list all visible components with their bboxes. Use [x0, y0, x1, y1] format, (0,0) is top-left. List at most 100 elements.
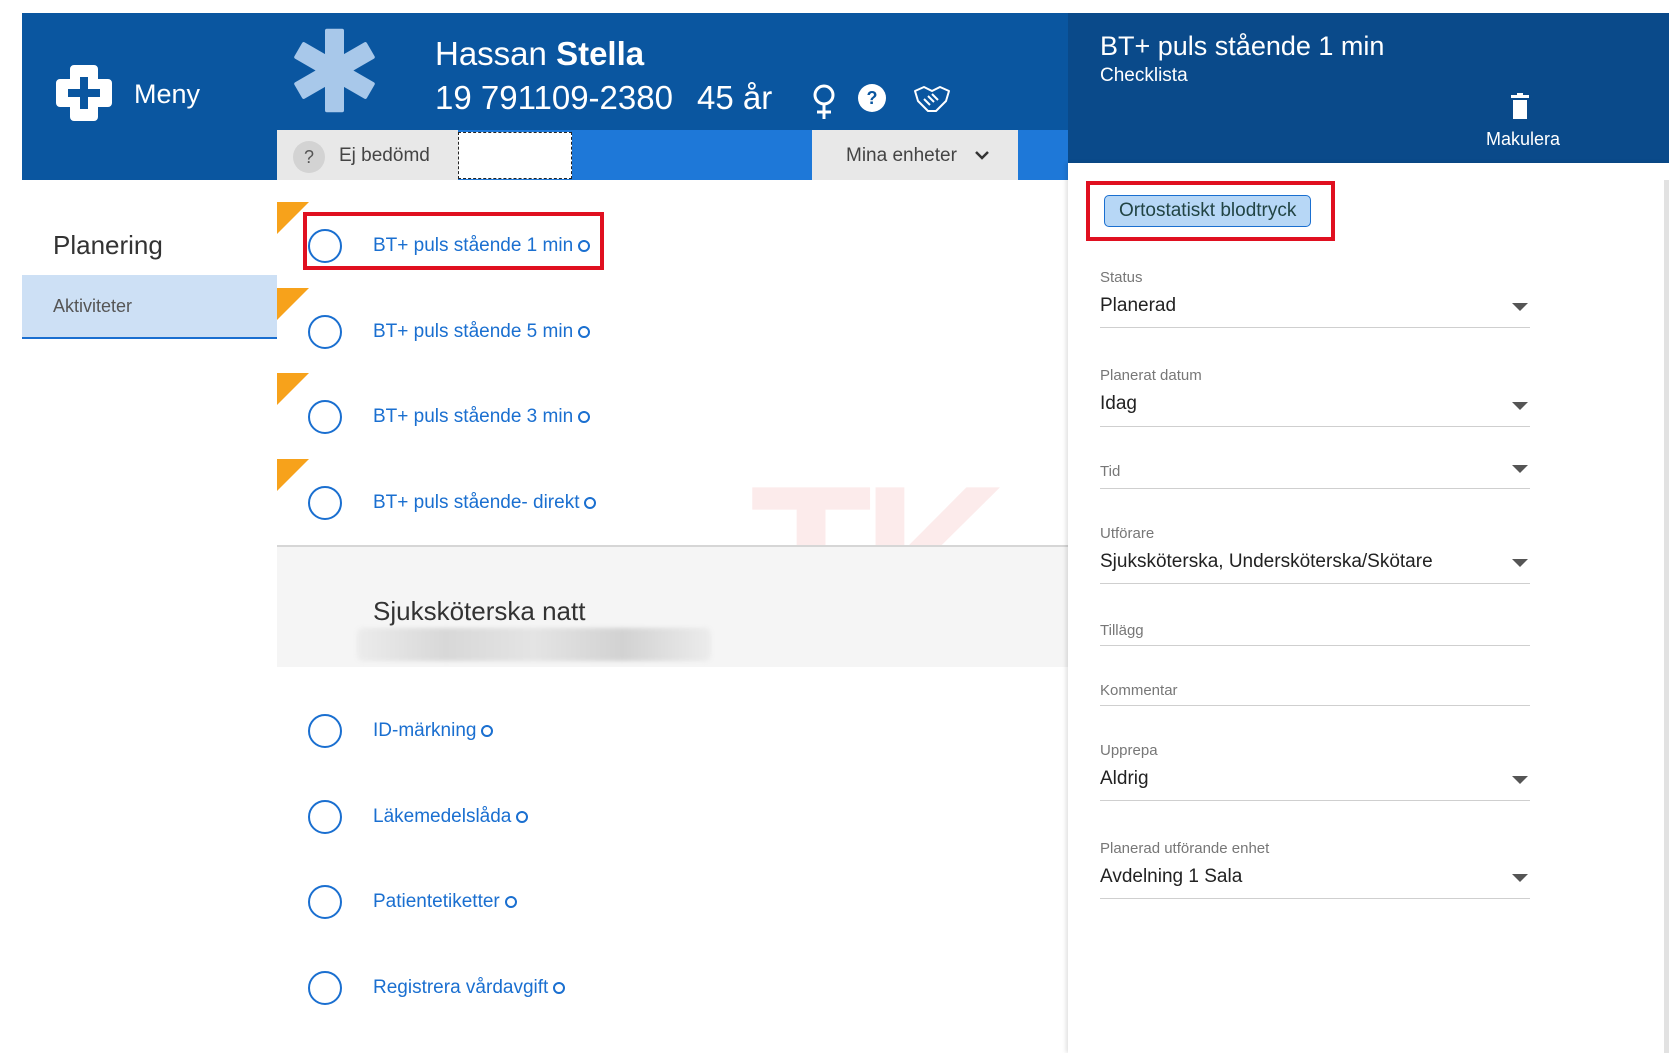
field-label: Tillägg — [1100, 622, 1144, 639]
activity-row[interactable]: BT+ puls stående 1 min — [277, 180, 1068, 266]
caret-down-icon — [1512, 776, 1528, 784]
activity-label[interactable]: Patientetiketter — [373, 891, 517, 913]
panel-scrollbar[interactable] — [1664, 180, 1669, 1053]
patient-name: Hassan Stella — [435, 35, 644, 73]
question-icon: ? — [293, 141, 325, 173]
caret-down-icon — [1512, 303, 1528, 311]
repeat-select[interactable]: Upprepa Aldrig — [1100, 742, 1530, 801]
field-label: Utförare — [1100, 525, 1155, 542]
chevron-down-icon — [975, 151, 989, 160]
info-dot-icon — [516, 811, 529, 823]
category-tag[interactable]: Ortostatiskt blodtryck — [1104, 195, 1312, 227]
caret-down-icon — [1512, 465, 1528, 473]
detail-panel-header: BT+ puls stående 1 min Checklista Makule… — [1068, 13, 1669, 163]
activity-row[interactable]: Registrera vårdavgift — [277, 922, 1068, 1008]
help-icon[interactable]: ? — [857, 83, 887, 113]
status-circle[interactable] — [308, 800, 342, 834]
field-value: Idag — [1100, 393, 1137, 414]
status-circle[interactable] — [308, 971, 342, 1005]
activity-row[interactable]: BT+ puls stående 5 min — [277, 266, 1068, 352]
annotation-highlight: Ortostatiskt blodtryck — [1086, 181, 1335, 241]
plus-logo-icon — [56, 65, 112, 121]
sidebar-item-aktiviteter[interactable]: Aktiviteter — [22, 275, 277, 339]
activity-label[interactable]: Läkemedelslåda — [373, 806, 529, 828]
activity-row[interactable]: BT+ puls stående 3 min — [277, 351, 1068, 437]
field-label: Status — [1100, 269, 1143, 286]
field-value: Avdelning 1 Sala — [1100, 866, 1243, 887]
activity-label[interactable]: BT+ puls stående 1 min — [373, 235, 591, 257]
field-label: Planerad utförande enhet — [1100, 840, 1270, 857]
patient-first-name: Hassan — [435, 35, 547, 72]
activity-row[interactable]: BT+ puls stående- direkt — [277, 437, 1068, 523]
star-of-life-icon — [294, 28, 375, 113]
info-dot-icon — [481, 725, 494, 737]
focus-field[interactable] — [458, 132, 572, 179]
status-select[interactable]: Status Planerad — [1100, 269, 1530, 328]
flag-marker — [277, 288, 309, 320]
info-dot-icon — [504, 896, 517, 908]
handshake-icon[interactable] — [912, 81, 952, 115]
unit-select[interactable]: Planerad utförande enhet Avdelning 1 Sal… — [1100, 840, 1530, 899]
performer-select[interactable]: Utförare Sjuksköterska, Undersköterska/S… — [1100, 525, 1530, 584]
activity-list: TK BT+ puls stående 1 min BT+ puls ståen… — [277, 180, 1068, 1053]
assessment-label: Ej bedömd — [339, 145, 430, 166]
activity-label[interactable]: BT+ puls stående 3 min — [373, 406, 591, 428]
field-label: Kommentar — [1100, 682, 1178, 699]
caret-down-icon — [1512, 559, 1528, 567]
caret-down-icon — [1512, 402, 1528, 410]
status-circle[interactable] — [308, 400, 342, 434]
activity-label[interactable]: ID-märkning — [373, 720, 494, 742]
flag-marker — [277, 459, 309, 491]
redacted-text — [357, 628, 711, 661]
field-label: Planerat datum — [1100, 367, 1202, 384]
sidebar-title: Planering — [53, 230, 163, 260]
flag-marker — [277, 373, 309, 405]
menu-label: Meny — [134, 79, 201, 109]
info-dot-icon — [578, 411, 591, 423]
menu-button[interactable]: Meny — [22, 13, 277, 180]
comment-input[interactable]: Kommentar — [1100, 682, 1530, 706]
patient-header: Hassan Stella 19 791109-2380 45 år ? — [277, 13, 1068, 130]
panel-subtitle: Checklista — [1100, 65, 1188, 86]
delete-button[interactable]: Makulera — [1486, 129, 1560, 150]
field-label: Tid — [1100, 463, 1121, 480]
date-select[interactable]: Planerat datum Idag — [1100, 367, 1530, 427]
caret-down-icon — [1512, 874, 1528, 882]
female-icon — [813, 84, 835, 119]
trash-icon[interactable] — [1510, 93, 1530, 119]
detail-panel: Ortostatiskt blodtryck Status Planerad P… — [1068, 163, 1669, 1053]
activity-label[interactable]: BT+ puls stående- direkt — [373, 492, 597, 514]
patient-subbar: ? Ej bedömd Mina enheter — [277, 130, 1068, 180]
activity-row[interactable]: Patientetiketter — [277, 836, 1068, 922]
activity-row[interactable]: Läkemedelslåda — [277, 751, 1068, 837]
activity-label[interactable]: Registrera vårdavgift — [373, 977, 566, 999]
time-select[interactable]: Tid — [1100, 463, 1530, 489]
activity-label[interactable]: BT+ puls stående 5 min — [373, 321, 591, 343]
panel-title: BT+ puls stående 1 min — [1100, 31, 1385, 61]
addition-input[interactable]: Tillägg — [1100, 622, 1530, 646]
patient-last-name: Stella — [556, 35, 645, 72]
info-dot-icon — [578, 240, 591, 252]
status-circle[interactable] — [308, 229, 342, 263]
field-value: Sjuksköterska, Undersköterska/Skötare — [1100, 551, 1433, 572]
info-dot-icon — [553, 982, 566, 994]
section-title: Sjuksköterska natt — [373, 596, 586, 626]
field-label: Upprepa — [1100, 742, 1158, 759]
units-dropdown[interactable]: Mina enheter — [812, 130, 1018, 180]
status-circle[interactable] — [308, 486, 342, 520]
info-dot-icon — [584, 497, 597, 509]
info-dot-icon — [578, 326, 591, 338]
svg-text:?: ? — [867, 88, 878, 108]
activity-row[interactable]: ID-märkning — [277, 665, 1068, 751]
status-circle[interactable] — [308, 714, 342, 748]
assessment-button[interactable]: ? Ej bedömd — [277, 130, 458, 180]
status-circle[interactable] — [308, 885, 342, 919]
sidebar-item-label: Aktiviteter — [53, 296, 133, 316]
patient-id: 19 791109-2380 — [435, 79, 673, 116]
field-value: Aldrig — [1100, 768, 1149, 789]
units-label: Mina enheter — [846, 145, 957, 166]
flag-marker — [277, 202, 309, 234]
patient-age: 45 år — [697, 79, 773, 116]
sidebar: Planering Aktiviteter — [22, 180, 277, 1053]
status-circle[interactable] — [308, 315, 342, 349]
